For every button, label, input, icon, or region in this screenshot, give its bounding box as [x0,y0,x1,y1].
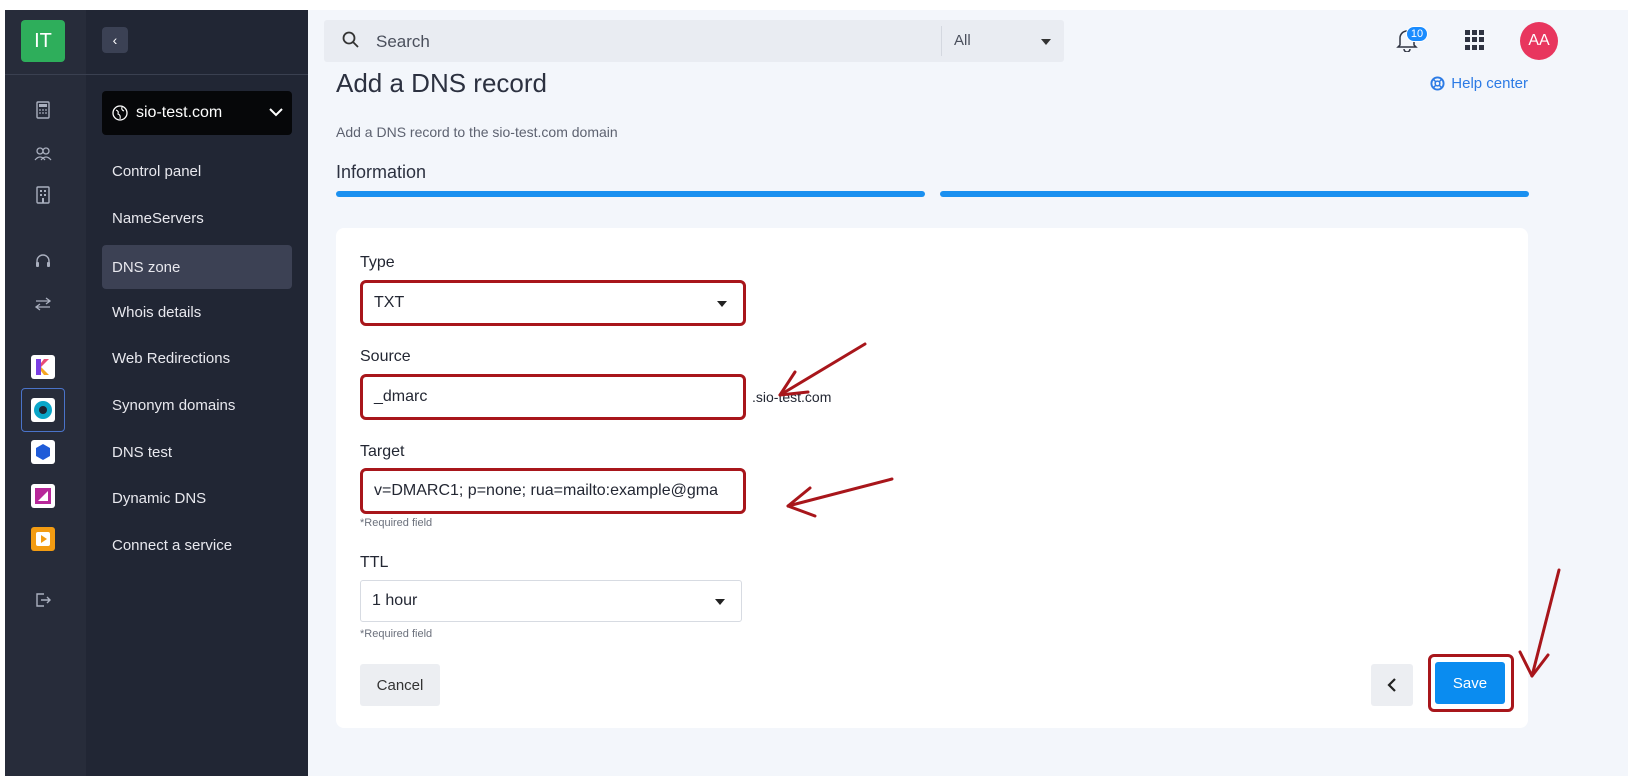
avatar[interactable]: AA [1520,22,1558,60]
app-circle-icon-wrap[interactable] [21,388,65,432]
transfer-icon[interactable] [31,292,55,316]
sidebar: ‹ sio-test.com Control panel NameServers… [86,10,308,776]
sidebar-item-whois-details[interactable]: Whois details [102,290,292,334]
target-input-value: v=DMARC1; p=none; rua=mailto:example@gma [374,482,718,499]
app-logo[interactable]: IT [21,20,65,62]
ttl-select-value: 1 hour [372,592,418,609]
icon-rail: IT [5,10,86,776]
search-filter-select[interactable]: All [954,32,971,49]
lifebuoy-icon [1430,76,1445,91]
sidebar-item-synonym-domains[interactable]: Synonym domains [102,383,292,427]
app-root: IT ‹ sio-test.com Control panel NameServ… [0,0,1632,780]
sidebar-divider [86,74,308,75]
logout-icon[interactable] [31,588,55,612]
search-bar[interactable]: Search All [324,20,1064,62]
sidebar-item-dns-zone[interactable]: DNS zone [102,245,292,289]
sidebar-item-dns-test[interactable]: DNS test [102,430,292,474]
app-purple-icon[interactable] [31,484,55,508]
domain-select[interactable]: sio-test.com [102,91,292,135]
chevron-left-icon [1387,678,1396,692]
save-button[interactable]: Save [1435,662,1505,704]
notifications-button[interactable]: 10 [1396,26,1428,56]
target-input[interactable]: v=DMARC1; p=none; rua=mailto:example@gma [360,468,746,514]
search-divider [941,26,942,56]
step-progress-1 [336,191,925,197]
help-center-label: Help center [1451,75,1528,92]
building-icon[interactable] [31,183,55,207]
top-bar: Search All 10 AA [308,10,1628,74]
sidebar-item-web-redirections[interactable]: Web Redirections [102,336,292,380]
ttl-select[interactable]: 1 hour [360,580,742,622]
type-label: Type [360,254,395,271]
type-select-value: TXT [374,294,405,311]
globe-icon [112,105,128,121]
ttl-label: TTL [360,554,389,571]
chevron-down-icon [269,108,283,117]
sidebar-item-control-panel[interactable]: Control panel [102,149,292,193]
caret-down-icon [717,301,727,307]
page-subtitle: Add a DNS record to the sio-test.com dom… [336,124,618,140]
target-required-hint: *Required field [360,517,433,529]
app-k-icon[interactable] [31,355,55,379]
page-title: Add a DNS record [336,68,547,98]
chevron-left-icon: ‹ [112,32,118,48]
search-icon [342,31,359,48]
app-cube-icon[interactable] [31,440,55,464]
target-label: Target [360,443,405,460]
calculator-icon[interactable] [31,98,55,122]
sidebar-item-dynamic-dns[interactable]: Dynamic DNS [102,476,292,520]
users-icon[interactable] [31,142,55,166]
caret-down-icon [1041,39,1051,45]
cancel-button[interactable]: Cancel [360,664,440,706]
notification-badge: 10 [1406,26,1428,42]
app-play-icon[interactable] [31,527,55,551]
type-select[interactable]: TXT [360,280,746,326]
headset-icon[interactable] [31,250,55,274]
search-input[interactable]: Search [376,32,430,52]
source-label: Source [360,348,411,365]
app-circle-icon [31,398,55,422]
source-domain-suffix: .sio-test.com [752,389,832,405]
section-title: Information [336,162,427,182]
sidebar-item-connect-service[interactable]: Connect a service [102,523,292,567]
source-input[interactable]: _dmarc [360,374,746,420]
step-progress-2 [940,191,1529,197]
back-button[interactable] [1371,664,1413,706]
source-input-value: _dmarc [374,388,428,405]
rail-divider [5,74,86,75]
ttl-required-hint: *Required field [360,628,433,640]
apps-grid-icon[interactable] [1465,30,1485,50]
sidebar-item-nameservers[interactable]: NameServers [102,196,292,240]
domain-select-value: sio-test.com [136,104,223,121]
form-card: Type TXT Source _dmarc .sio-test.com Tar… [336,228,1528,728]
help-center-link[interactable]: Help center [1430,75,1528,92]
collapse-sidebar-button[interactable]: ‹ [102,27,128,53]
caret-down-icon [715,599,725,605]
main-area: Search All 10 AA Add a DNS record Help c… [308,10,1628,776]
